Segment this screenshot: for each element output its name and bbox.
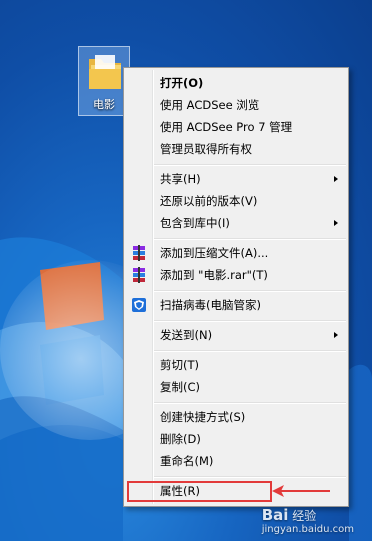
menu-item-label: 共享(H) — [160, 172, 201, 186]
menu-item-label: 使用 ACDSee Pro 7 管理 — [160, 120, 293, 134]
submenu-arrow-icon — [334, 176, 338, 182]
watermark-url: jingyan.baidu.com — [261, 524, 354, 535]
watermark: Bai 经验 jingyan.baidu.com — [262, 506, 354, 535]
context-menu: 打开(O) 使用 ACDSee 浏览 使用 ACDSee Pro 7 管理 管理… — [123, 67, 349, 507]
menu-item-label: 复制(C) — [160, 380, 201, 394]
menu-item-open[interactable]: 打开(O) — [126, 72, 346, 94]
menu-item-send-to[interactable]: 发送到(N) — [126, 324, 346, 346]
menu-item-rename[interactable]: 重命名(M) — [126, 450, 346, 472]
menu-item-label: 剪切(T) — [160, 358, 199, 372]
annotation-highlight-box — [127, 481, 272, 502]
menu-separator — [154, 290, 346, 292]
annotation-arrow-icon — [272, 485, 330, 497]
menu-item-delete[interactable]: 删除(D) — [126, 428, 346, 450]
menu-item-label: 删除(D) — [160, 432, 201, 446]
menu-item-label: 管理员取得所有权 — [160, 142, 252, 156]
watermark-brand: 经验 — [292, 509, 317, 523]
winrar-icon — [133, 245, 145, 261]
menu-item-scan-virus[interactable]: 扫描病毒(电脑管家) — [126, 294, 346, 316]
menu-item-label: 创建快捷方式(S) — [160, 410, 246, 424]
menu-separator — [154, 320, 346, 322]
watermark-logo: Bai — [261, 506, 289, 524]
menu-item-label: 添加到压缩文件(A)... — [160, 246, 269, 260]
menu-item-label: 使用 ACDSee 浏览 — [160, 98, 260, 112]
menu-item-label: 发送到(N) — [160, 328, 213, 342]
submenu-arrow-icon — [334, 220, 338, 226]
menu-item-label: 打开(O) — [160, 76, 204, 90]
menu-item-label: 扫描病毒(电脑管家) — [160, 298, 261, 312]
menu-item-add-to-archive[interactable]: 添加到压缩文件(A)... — [126, 242, 346, 264]
winrar-icon — [133, 267, 145, 283]
menu-separator — [154, 402, 346, 404]
menu-item-share[interactable]: 共享(H) — [126, 168, 346, 190]
menu-item-acdsee-pro-manage[interactable]: 使用 ACDSee Pro 7 管理 — [126, 116, 346, 138]
submenu-arrow-icon — [334, 332, 338, 338]
menu-separator — [154, 476, 346, 478]
menu-item-label: 重命名(M) — [160, 454, 214, 468]
menu-separator — [154, 350, 346, 352]
folder-icon — [89, 55, 121, 89]
menu-item-cut[interactable]: 剪切(T) — [126, 354, 346, 376]
menu-item-add-to-rar[interactable]: 添加到 "电影.rar"(T) — [126, 264, 346, 286]
menu-item-label: 包含到库中(I) — [160, 216, 230, 230]
menu-item-create-shortcut[interactable]: 创建快捷方式(S) — [126, 406, 346, 428]
menu-item-label: 还原以前的版本(V) — [160, 194, 258, 208]
shield-icon — [132, 298, 146, 312]
menu-item-acdsee-browse[interactable]: 使用 ACDSee 浏览 — [126, 94, 346, 116]
menu-item-include-in-library[interactable]: 包含到库中(I) — [126, 212, 346, 234]
menu-item-take-ownership[interactable]: 管理员取得所有权 — [126, 138, 346, 160]
menu-item-copy[interactable]: 复制(C) — [126, 376, 346, 398]
menu-item-restore-versions[interactable]: 还原以前的版本(V) — [126, 190, 346, 212]
folder-label: 电影 — [93, 98, 115, 111]
menu-item-label: 添加到 "电影.rar"(T) — [160, 268, 268, 282]
menu-separator — [154, 164, 346, 166]
menu-separator — [154, 238, 346, 240]
